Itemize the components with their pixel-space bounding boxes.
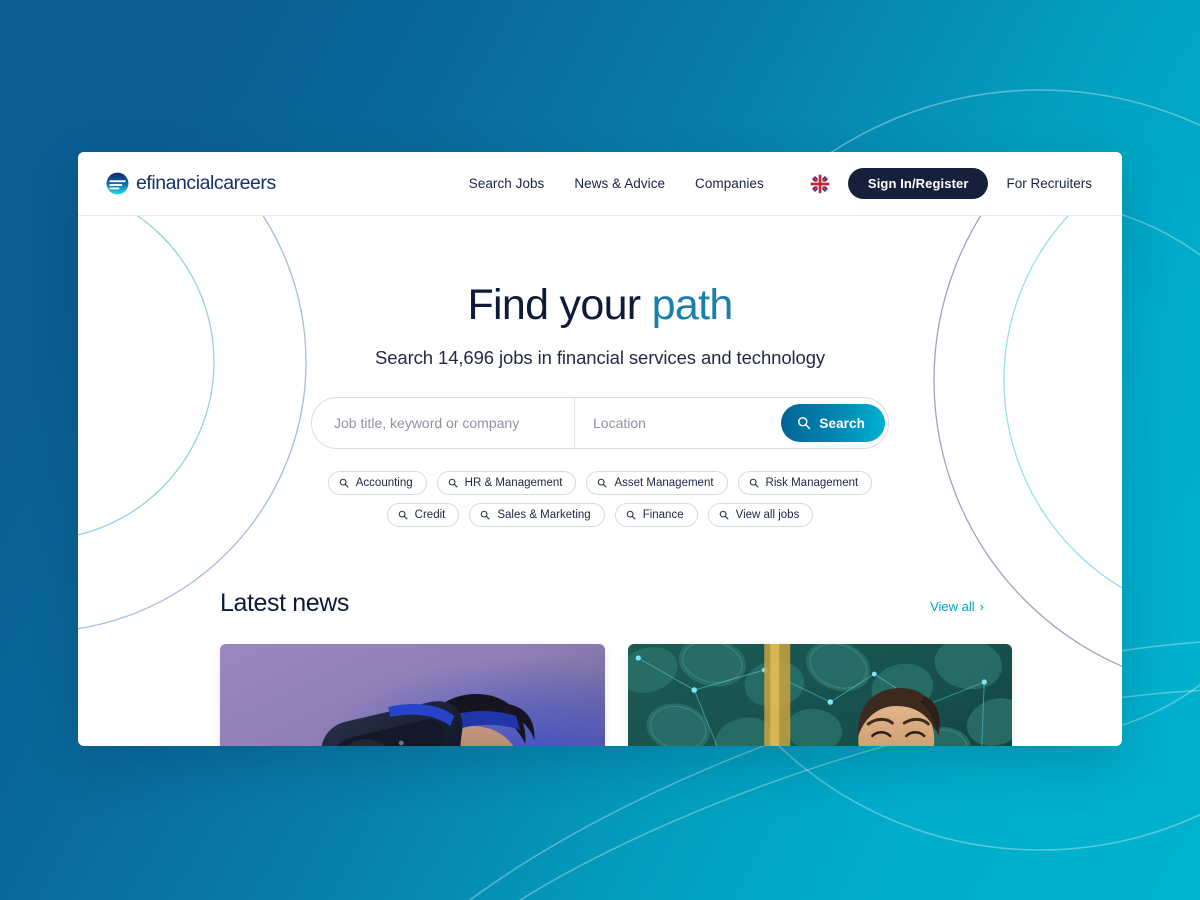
news-card-office[interactable] [627,644,1012,746]
search-location-input[interactable] [575,398,782,449]
popular-search-chips: Accounting HR & Management Asset Managem… [78,471,1122,528]
header-actions: Sign In/Register For Recruiters [810,168,1092,199]
search-icon [339,478,349,488]
chip-asset-management[interactable]: Asset Management [586,471,728,496]
view-all-label: View all [930,599,975,615]
chip-label: Finance [642,509,684,522]
chip-label: Credit [414,509,446,522]
news-card-vr[interactable] [220,644,605,746]
primary-navigation: Search Jobs News & Advice Companies [469,176,764,191]
latest-news-grid [220,644,1092,746]
news-card-office-image [627,644,1012,746]
chevron-right-icon: › [979,599,984,615]
chip-row-2: Credit Sales & Marketing Finance View al… [78,503,1122,528]
hero-section: Find your path Search 14,696 jobs in fin… [78,216,1122,528]
chip-label: Sales & Marketing [497,509,591,522]
chip-label: Asset Management [614,477,714,490]
nav-news-advice[interactable]: News & Advice [574,176,665,191]
job-search-bar: Search [311,397,889,450]
chip-view-all-jobs[interactable]: View all jobs [707,503,814,528]
page-background: efinancialcareers Search Jobs News & Adv… [0,0,1200,900]
search-icon [598,478,607,488]
view-all-news-link[interactable]: View all › [930,599,984,614]
search-icon [798,417,811,430]
search-icon [448,478,458,488]
search-icon [481,510,490,520]
latest-news-header: Latest news View all › [220,589,1092,618]
chip-row-1: Accounting HR & Management Asset Managem… [78,471,1122,496]
chip-accounting[interactable]: Accounting [327,471,427,496]
search-icon [749,478,759,488]
search-keyword-input[interactable] [312,398,574,449]
page-title: Find your path [78,281,1122,329]
sign-in-register-button[interactable]: Sign In/Register [847,168,989,199]
chip-sales-marketing[interactable]: Sales & Marketing [469,503,605,528]
efc-circle-logo-icon [106,172,129,195]
site-header: efinancialcareers Search Jobs News & Adv… [78,152,1122,216]
search-icon [398,510,408,520]
search-icon [719,510,729,520]
nav-search-jobs[interactable]: Search Jobs [469,176,545,191]
chip-label: Accounting [355,477,413,490]
hero-title-lead: Find your [467,281,652,329]
uk-flag-icon[interactable] [810,173,830,194]
search-submit-button[interactable]: Search [781,404,885,443]
for-recruiters-link[interactable]: For Recruiters [1006,176,1092,191]
chip-label: View all jobs [735,509,800,522]
chip-risk-management[interactable]: Risk Management [737,471,873,496]
latest-news-section: Latest news View all › [220,589,1092,746]
nav-companies[interactable]: Companies [695,176,764,191]
chip-label: HR & Management [464,477,563,490]
search-icon [626,510,636,520]
search-button-label: Search [819,415,865,431]
brand-logo-link[interactable]: efinancialcareers [106,172,276,195]
latest-news-title: Latest news [220,589,350,618]
chip-credit[interactable]: Credit [386,503,460,528]
brand-wordmark: efinancialcareers [136,172,276,194]
news-card-vr-image [220,644,605,746]
chip-hr-management[interactable]: HR & Management [436,471,577,496]
hero-subtitle: Search 14,696 jobs in financial services… [374,347,826,369]
chip-label: Risk Management [765,477,859,490]
site-page-card: efinancialcareers Search Jobs News & Adv… [78,152,1122,746]
chip-finance[interactable]: Finance [614,503,698,528]
hero-title-accent: path [651,281,734,329]
